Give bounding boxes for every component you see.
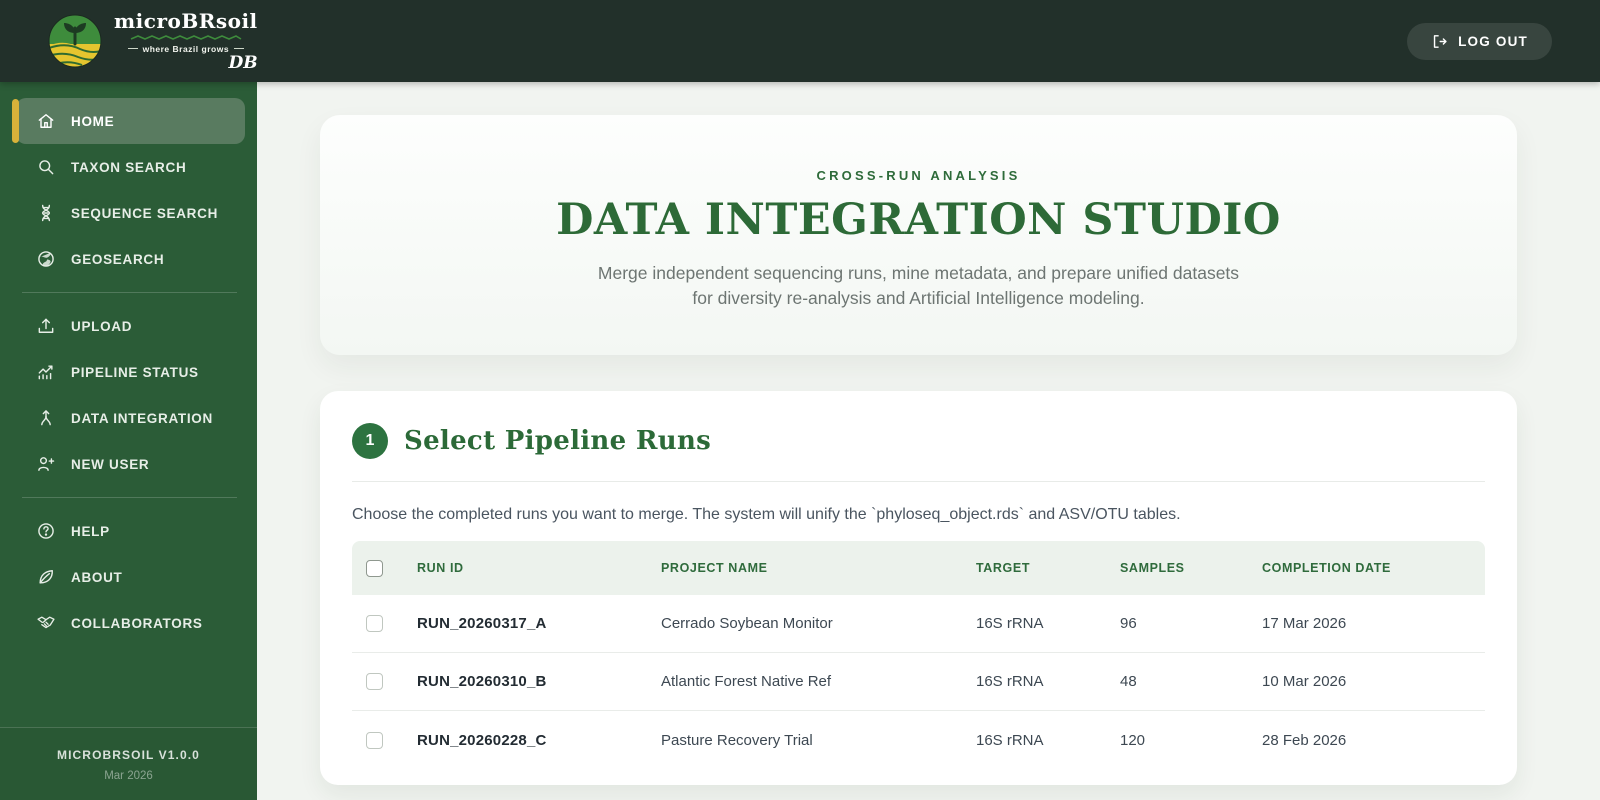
project-name-cell: Atlantic Forest Native Ref [661,673,832,690]
sidebar-item-label: TAXON SEARCH [71,159,187,175]
completion-date-cell: 28 Feb 2026 [1262,731,1347,749]
sidebar-item-label: GEOSEARCH [71,251,165,267]
sidebar-item-label: UPLOAD [71,318,133,334]
pipeline-runs-table: RUN ID PROJECT NAME TARGET SAMPLES COMPL… [352,541,1485,769]
step-description: Choose the completed runs you want to me… [352,506,1181,523]
sidebar-item-label: DATA INTEGRATION [71,410,213,426]
app-version: MICROBRSOIL V1.0.0 [57,748,200,762]
sidebar-divider [22,497,237,498]
table-row: RUN_20260310_B Atlantic Forest Native Re… [352,653,1485,711]
sidebar-item-label: PIPELINE STATUS [71,364,199,380]
section-divider [352,481,1485,482]
merge-icon [41,410,51,426]
sidebar-item-pipeline-status[interactable]: PIPELINE STATUS [16,349,245,395]
step-title: Select Pipeline Runs [404,426,712,456]
globe-icon [38,251,54,267]
sidebar-item-geosearch[interactable]: GEOSEARCH [16,236,245,282]
main-content: CROSS-RUN ANALYSIS DATA INTEGRATION STUD… [257,82,1600,800]
logo-globe-icon [48,14,102,68]
handshake-icon [37,616,55,629]
logo-wave-decoration [130,34,242,40]
hero-description: Merge independent sequencing runs, mine … [597,262,1240,309]
sidebar-item-upload[interactable]: UPLOAD [16,303,245,349]
app-logo: microBRsoil where Brazil grows DB [48,11,258,72]
top-header-bar: microBRsoil where Brazil grows DB LOG OU… [0,0,1600,82]
logo-title: microBRsoil [114,8,258,33]
sidebar-nav: HOME TAXON SEARCH SEQUENCE SEARCH GEOSEA… [0,82,257,727]
sidebar-item-sequence-search[interactable]: SEQUENCE SEARCH [16,190,245,236]
sidebar-item-help[interactable]: HELP [16,508,245,554]
chart-icon [38,365,53,380]
user-plus-icon [38,457,55,471]
sidebar-item-label: SEQUENCE SEARCH [71,205,219,221]
sidebar-item-collaborators[interactable]: COLLABORATORS [16,600,245,646]
sidebar-item-taxon-search[interactable]: TAXON SEARCH [16,144,245,190]
select-all-checkbox[interactable] [366,559,383,577]
upload-icon [38,318,54,333]
logout-button[interactable]: LOG OUT [1407,22,1552,60]
hero-eyebrow: CROSS-RUN ANALYSIS [816,168,1021,184]
column-header-samples: SAMPLES [1120,561,1185,575]
logout-icon [1433,34,1447,48]
samples-cell: 120 [1120,731,1146,749]
completion-date-cell: 10 Mar 2026 [1262,673,1347,690]
sidebar: HOME TAXON SEARCH SEQUENCE SEARCH GEOSEA… [0,82,257,800]
row-checkbox[interactable] [366,615,383,632]
project-name-cell: Cerrado Soybean Monitor [661,615,833,632]
search-icon [39,160,54,175]
sidebar-item-label: HELP [71,523,110,539]
sidebar-item-label: COLLABORATORS [71,615,203,631]
step-header: 1 Select Pipeline Runs [352,423,1485,459]
dna-icon [41,204,51,222]
column-header-project-name: PROJECT NAME [661,561,768,575]
page-title: DATA INTEGRATION STUDIO [556,195,1281,246]
sidebar-footer: MICROBRSOIL V1.0.0 Mar 2026 [0,727,257,800]
project-name-cell: Pasture Recovery Trial [661,731,813,749]
sidebar-item-label: NEW USER [71,456,150,472]
home-icon [38,114,54,128]
sidebar-item-home[interactable]: HOME [12,98,245,144]
column-header-run-id: RUN ID [417,561,464,575]
table-row: RUN_20260317_A Cerrado Soybean Monitor 1… [352,595,1485,653]
target-cell: 16S rRNA [976,673,1044,690]
sidebar-item-label: ABOUT [71,569,123,585]
sidebar-item-data-integration[interactable]: DATA INTEGRATION [16,395,245,441]
logo-db-suffix: DB [228,52,258,73]
row-checkbox[interactable] [366,731,383,749]
leaf-icon [39,570,53,584]
column-header-target: TARGET [976,561,1031,575]
samples-cell: 48 [1120,673,1137,690]
logo-tagline: where Brazil grows [128,44,244,54]
logout-label: LOG OUT [1458,33,1528,49]
step-number-badge: 1 [352,423,388,459]
column-header-completion-date: COMPLETION DATE [1262,561,1391,575]
samples-cell: 96 [1120,615,1137,632]
sidebar-divider [22,292,237,293]
row-checkbox[interactable] [366,673,383,690]
target-cell: 16S rRNA [976,615,1044,632]
help-icon [38,523,54,539]
target-cell: 16S rRNA [976,731,1044,749]
table-row: RUN_20260228_C Pasture Recovery Trial 16… [352,711,1485,769]
hero-card: CROSS-RUN ANALYSIS DATA INTEGRATION STUD… [320,115,1517,355]
app-release-date: Mar 2026 [104,770,153,782]
sidebar-item-label: HOME [71,113,115,129]
sidebar-item-new-user[interactable]: NEW USER [16,441,245,487]
run-id-cell: RUN_20260317_A [417,615,547,632]
sidebar-item-about[interactable]: ABOUT [16,554,245,600]
select-runs-card: 1 Select Pipeline Runs Choose the comple… [320,391,1517,785]
run-id-cell: RUN_20260310_B [417,673,547,690]
run-id-cell: RUN_20260228_C [417,731,547,749]
completion-date-cell: 17 Mar 2026 [1262,615,1347,632]
table-header-row: RUN ID PROJECT NAME TARGET SAMPLES COMPL… [352,541,1485,595]
